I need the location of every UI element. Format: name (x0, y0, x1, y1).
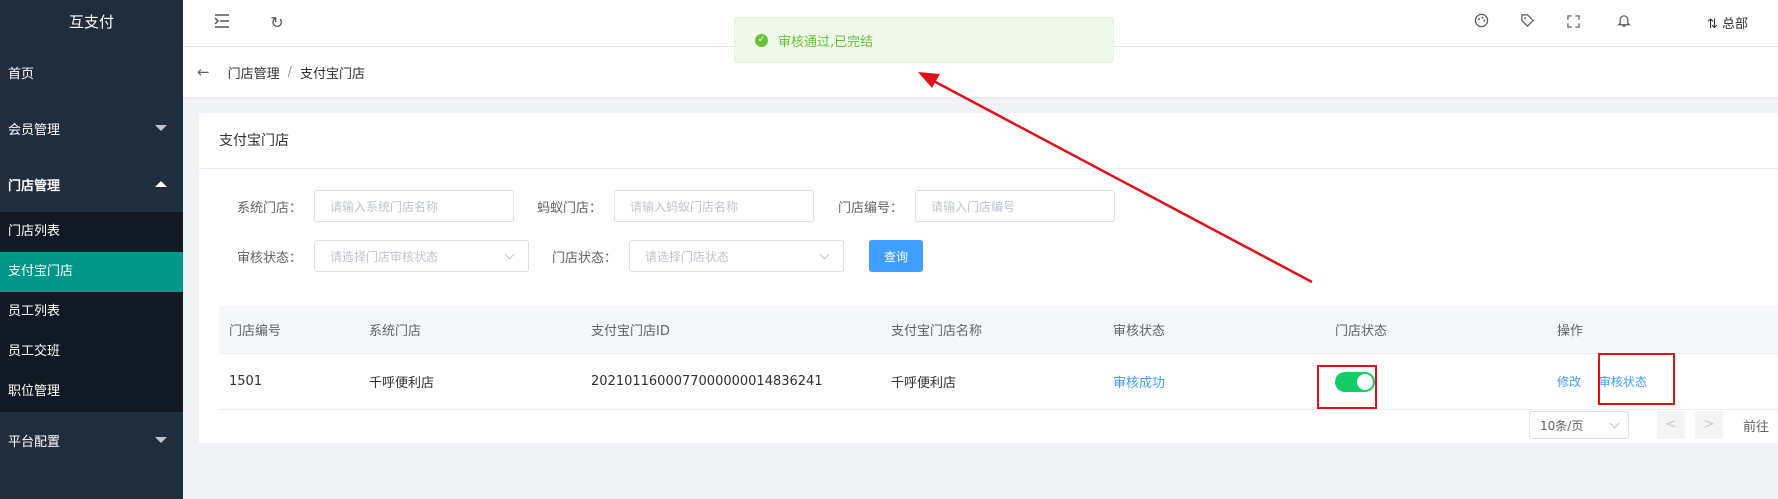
sidebar: 互支付 首页 会员管理 门店管理 门店列表 支付宝门店 员工列表 员工交班 职位… (0, 0, 183, 499)
stores-submenu: 门店列表 支付宝门店 员工列表 员工交班 职位管理 (0, 212, 183, 412)
store-no-label: 门店编号： (838, 200, 904, 216)
sidebar-item-staff-list[interactable]: 员工列表 (0, 292, 183, 332)
user-name: 总部 (1721, 17, 1748, 32)
filter-store-no: 门店编号： 请输入门店编号 (838, 190, 1116, 222)
pagination: 10条/页 < > 前往 (1529, 411, 1769, 439)
caret-down-icon (155, 437, 167, 443)
table-header: 门店编号 系统门店 支付宝门店ID 支付宝门店名称 审核状态 门店状态 操作 (219, 306, 1778, 354)
refresh-icon[interactable]: ↻ (266, 12, 288, 34)
filter-ant-store: 蚂蚁门店： 请输入蚂蚁门店名称 (537, 190, 815, 222)
query-row: 查询 (869, 240, 924, 272)
chevron-down-icon (819, 249, 830, 259)
store-no-cell: 1501 (229, 374, 263, 389)
store-status-label: 门店状态： (552, 250, 618, 266)
sidebar-item-home[interactable]: 首页 (0, 44, 183, 100)
ant-store-input[interactable]: 请输入蚂蚁门店名称 (614, 190, 815, 222)
system-store-placeholder: 请输入系统门店名称 (330, 199, 439, 214)
alipay-store-card: 支付宝门店 系统门店： 请输入系统门店名称 蚂蚁门店： 请输入蚂蚁门店名称 门店… (199, 113, 1778, 443)
sidebar-item-stores[interactable]: 门店管理 (0, 156, 183, 212)
sidebar-item-members[interactable]: 会员管理 (0, 100, 183, 156)
palette-icon[interactable] (1470, 12, 1492, 34)
audit-status-select[interactable]: 请选择门店审核状态 (314, 240, 530, 272)
caret-down-icon (155, 125, 167, 131)
column-header: 支付宝门店名称 (891, 324, 983, 339)
edit-link[interactable]: 修改 (1557, 375, 1581, 389)
sidebar-item-positions[interactable]: 职位管理 (0, 372, 183, 412)
breadcrumb-current: 支付宝门店 (299, 66, 365, 82)
toast-message: 审核通过,已完结 (778, 34, 874, 50)
system-store-cell: 千呼便利店 (369, 376, 435, 391)
filter-store-status: 门店状态： 请选择门店状态 (552, 240, 845, 272)
table-row: 1501 千呼便利店 2021011600077000000014836241 … (219, 354, 1778, 410)
sort-icon: ⇅ (1706, 17, 1722, 32)
sidebar-item-label: 会员管理 (8, 122, 61, 138)
breadcrumb-separator: / (287, 64, 292, 80)
annotation-box-audit (1598, 353, 1675, 405)
user-menu[interactable]: ⇅ 总部 (1707, 13, 1748, 32)
filter-system-store: 系统门店： 请输入系统门店名称 (237, 190, 515, 222)
page-size-value: 10条/页 (1540, 418, 1584, 433)
column-header: 支付宝门店ID (591, 324, 670, 339)
sidebar-item-staff-shift[interactable]: 员工交班 (0, 332, 183, 372)
chevron-down-icon (1609, 418, 1620, 428)
ant-store-placeholder: 请输入蚂蚁门店名称 (630, 199, 739, 214)
page-size-select[interactable]: 10条/页 (1529, 411, 1629, 439)
column-header: 系统门店 (369, 324, 422, 339)
store-table: 门店编号 系统门店 支付宝门店ID 支付宝门店名称 审核状态 门店状态 操作 1… (219, 306, 1778, 410)
audit-status-cell: 审核成功 (1113, 376, 1166, 391)
alipay-name-cell: 千呼便利店 (891, 376, 957, 391)
bell-icon[interactable] (1613, 12, 1635, 34)
sidebar-item-label: 门店管理 (8, 178, 61, 194)
breadcrumb-parent[interactable]: 门店管理 (228, 63, 280, 82)
sidebar-item-label: 平台配置 (8, 434, 61, 450)
fullscreen-icon[interactable] (1562, 12, 1584, 34)
card-title: 支付宝门店 (199, 113, 1778, 169)
sidebar-item-alipay-store[interactable]: 支付宝门店 (0, 252, 183, 292)
audit-status-label: 审核状态： (237, 250, 303, 266)
store-no-placeholder: 请输入门店编号 (931, 199, 1016, 214)
prev-page-button[interactable]: < (1657, 411, 1685, 439)
store-status-select[interactable]: 请选择门店状态 (629, 240, 845, 272)
brand-logo: 互支付 (0, 0, 183, 44)
caret-up-icon (155, 181, 167, 187)
column-header: 审核状态 (1113, 324, 1166, 339)
system-store-input[interactable]: 请输入系统门店名称 (314, 190, 515, 222)
column-header: 操作 (1557, 324, 1584, 339)
ant-store-label: 蚂蚁门店： (537, 200, 603, 216)
sidebar-item-label: 首页 (8, 66, 35, 82)
audit-status-placeholder: 请选择门店审核状态 (330, 249, 439, 264)
store-status-placeholder: 请选择门店状态 (645, 249, 730, 264)
back-arrow-icon[interactable]: ← (197, 63, 210, 81)
annotation-box-switch (1317, 365, 1377, 409)
menu-fold-icon[interactable] (211, 12, 233, 34)
store-no-input[interactable]: 请输入门店编号 (915, 190, 1116, 222)
query-button[interactable]: 查询 (869, 240, 924, 272)
success-toast: ✓ 审核通过,已完结 (734, 17, 1114, 63)
alipay-id-cell: 2021011600077000000014836241 (591, 374, 823, 389)
column-header: 门店状态 (1335, 324, 1388, 339)
system-store-label: 系统门店： (237, 200, 303, 216)
column-header: 门店编号 (229, 324, 282, 339)
tag-icon[interactable] (1516, 12, 1538, 34)
goto-label: 前往 (1743, 419, 1770, 435)
next-page-button[interactable]: > (1695, 411, 1723, 439)
check-circle-icon: ✓ (755, 33, 768, 47)
filter-audit-status: 审核状态： 请选择门店审核状态 (237, 240, 530, 272)
sidebar-item-store-list[interactable]: 门店列表 (0, 212, 183, 252)
chevron-down-icon (504, 249, 515, 259)
sidebar-item-platform[interactable]: 平台配置 (0, 412, 183, 468)
